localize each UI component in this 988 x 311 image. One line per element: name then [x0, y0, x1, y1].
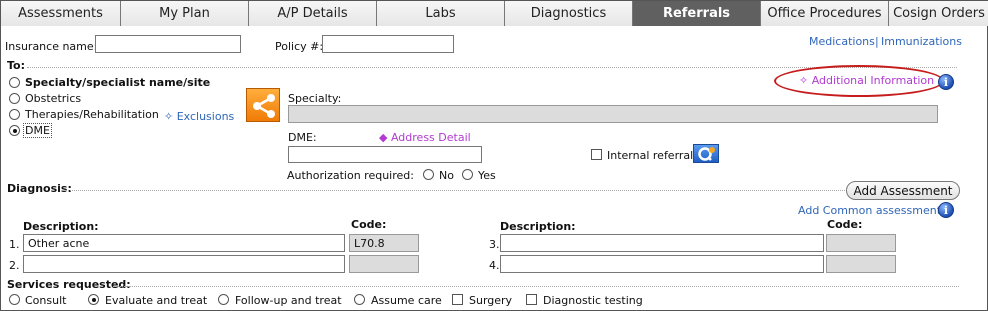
referral-network-icon[interactable] — [246, 88, 280, 122]
diagnosis-row-number: 4. — [489, 259, 500, 272]
add-common-info-icon[interactable]: i — [938, 202, 954, 218]
authorization-yes-label: Yes — [478, 169, 496, 182]
diagnosis-description-1[interactable]: Other acne — [23, 234, 345, 252]
diagnosis-code-2 — [349, 255, 419, 273]
option-therapies-label: Therapies/Rehabilitation — [25, 108, 159, 121]
authorization-label: Authorization required: — [287, 169, 414, 182]
service-consult-label: Consult — [25, 294, 67, 307]
service-surgery-checkbox[interactable] — [452, 294, 463, 305]
radio-obstetrics[interactable] — [9, 93, 20, 104]
description-header-right: Description: — [500, 220, 576, 233]
service-consult-radio[interactable] — [9, 294, 20, 305]
additional-info-icon[interactable]: i — [938, 74, 954, 90]
option-specialty-label: Specialty/specialist name/site — [25, 76, 211, 89]
diagnosis-row-number: 1. — [9, 238, 20, 251]
diagnosis-divider — [65, 190, 845, 191]
referrals-panel: Assessments My Plan A/P Details Labs Dia… — [0, 0, 988, 311]
diagnosis-code-1: L70.8 — [349, 234, 419, 252]
link-separator: | — [875, 35, 879, 48]
policy-input[interactable] — [322, 35, 454, 53]
tab-bar: Assessments My Plan A/P Details Labs Dia… — [1, 1, 988, 26]
highlight-ellipse — [774, 65, 944, 97]
description-header-left: Description: — [23, 220, 99, 233]
tab-referrals[interactable]: Referrals — [633, 1, 761, 26]
radio-specialty[interactable] — [9, 77, 20, 88]
tab-cosign-orders[interactable]: Cosign Orders — [889, 1, 988, 26]
diagnosis-description-4[interactable] — [500, 255, 824, 273]
diagnosis-code-4 — [826, 255, 896, 273]
code-header-left: Code: — [351, 218, 387, 231]
tab-my-plan[interactable]: My Plan — [121, 1, 249, 26]
tab-labs[interactable]: Labs — [377, 1, 505, 26]
diagnosis-description-3[interactable] — [500, 234, 824, 252]
diagnosis-row-number: 2. — [9, 259, 20, 272]
radio-therapies[interactable] — [9, 109, 20, 120]
add-common-assessment-link[interactable]: Add Common assessment — [798, 204, 941, 217]
service-diagnostic-checkbox[interactable] — [526, 294, 537, 305]
authorization-no-label: No — [439, 169, 454, 182]
service-followup-label: Follow-up and treat — [235, 294, 342, 307]
service-assume-radio[interactable] — [354, 294, 365, 305]
insurance-name-input[interactable] — [95, 35, 241, 53]
diagnosis-row-number: 3. — [489, 238, 500, 251]
authorization-yes-radio[interactable] — [462, 169, 473, 180]
tab-diagnostics[interactable]: Diagnostics — [505, 1, 633, 26]
radio-dme[interactable] — [9, 125, 20, 136]
specialty-field[interactable] — [288, 105, 938, 123]
internal-referral-label: Internal referral — [607, 149, 694, 162]
service-diagnostic-label: Diagnostic testing — [543, 294, 643, 307]
diagnosis-description-2[interactable] — [23, 255, 345, 273]
option-obstetrics-label: Obstetrics — [25, 92, 82, 105]
services-requested-label: Services requested: — [7, 278, 131, 291]
service-surgery-label: Surgery — [469, 294, 513, 307]
tab-ap-details[interactable]: A/P Details — [249, 1, 377, 26]
internal-referral-checkbox[interactable] — [591, 149, 602, 160]
to-label: To: — [7, 59, 25, 72]
medications-link[interactable]: Medications — [809, 35, 875, 48]
services-divider — [113, 286, 959, 287]
tab-office-procedures[interactable]: Office Procedures — [761, 1, 889, 26]
immunizations-link[interactable]: Immunizations — [881, 35, 962, 48]
dme-input[interactable] — [288, 146, 482, 163]
diagnosis-label: Diagnosis: — [7, 182, 72, 195]
search-referral-icon[interactable] — [693, 144, 719, 163]
service-evaluate-label: Evaluate and treat — [105, 294, 208, 307]
diagnosis-code-3 — [826, 234, 896, 252]
insurance-name-label: Insurance name: — [5, 40, 98, 53]
option-dme-label: DME — [23, 123, 52, 138]
add-assessment-button[interactable]: Add Assessment — [846, 181, 960, 200]
policy-label: Policy #: — [275, 40, 324, 53]
code-header-right: Code: — [827, 218, 863, 231]
service-evaluate-radio[interactable] — [88, 294, 99, 305]
dme-label: DME: — [288, 131, 317, 144]
address-detail-link[interactable]: ◆ Address Detail — [379, 131, 471, 144]
exclusions-link[interactable]: ✧ Exclusions — [164, 110, 234, 123]
tab-assessments[interactable]: Assessments — [1, 1, 121, 26]
authorization-no-radio[interactable] — [423, 169, 434, 180]
service-followup-radio[interactable] — [218, 294, 229, 305]
specialty-label: Specialty: — [288, 92, 342, 105]
service-assume-label: Assume care — [371, 294, 442, 307]
